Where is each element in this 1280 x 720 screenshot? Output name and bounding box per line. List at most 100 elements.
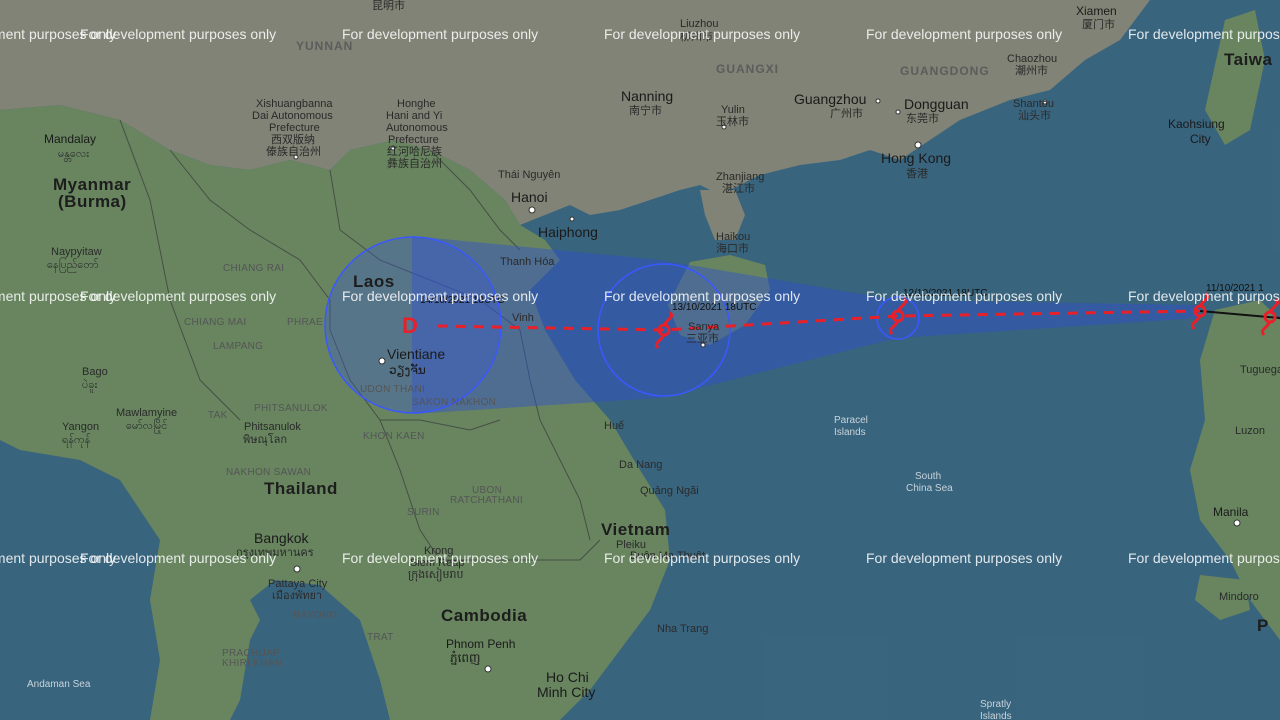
city-honghe-2: Hani and Yi — [386, 110, 442, 122]
city-nhatrang: Nha Trang — [657, 623, 708, 635]
city-mandalay: Mandalay — [44, 132, 96, 146]
watermark: For development purposes only — [604, 26, 800, 42]
province-guangxi: GUANGXI — [716, 62, 779, 76]
city-hongkong: Hong Kong — [881, 150, 951, 166]
city-honghe-4: Prefecture — [388, 134, 439, 146]
region-prachuap-2: KHIRI KHAN — [222, 658, 282, 669]
city-kunming: 昆明市 — [372, 0, 405, 12]
sea-spratly: Spratly — [980, 699, 1011, 710]
sea-paracel: Paracel — [834, 415, 868, 426]
region-phitsanulok: PHITSANULOK — [254, 403, 328, 414]
city-kaohsiung-2: City — [1190, 132, 1211, 146]
country-taiwan: Taiwa — [1224, 50, 1273, 69]
city-pattaya: Pattaya City — [268, 578, 328, 590]
city-mandalay-local: မန္တလေး — [58, 148, 89, 162]
city-sanya: Sanya — [688, 321, 720, 333]
city-manila: Manila — [1213, 505, 1249, 519]
city-hochiminh-2: Minh City — [537, 684, 595, 700]
city-xishuangbanna-3: Prefecture — [269, 122, 320, 134]
city-danang: Da Nang — [619, 459, 662, 471]
country-philippines: P — [1257, 616, 1269, 635]
city-pattaya-local: เมืองพัทยา — [272, 589, 322, 602]
city-kaohsiung: Kaohsiung — [1168, 117, 1225, 131]
city-yulin: Yulin — [721, 104, 745, 116]
city-xiamen-cn: 厦门市 — [1082, 17, 1115, 31]
watermark: For development purposes only — [604, 550, 800, 566]
city-mindoro: Mindoro — [1219, 591, 1259, 603]
city-honghe-3: Autonomous — [386, 122, 448, 134]
city-honghe-1: Honghe — [397, 98, 436, 110]
province-guangdong: GUANGDONG — [900, 64, 990, 78]
country-thailand: Thailand — [264, 479, 338, 498]
watermark: For development purposes only — [866, 288, 1062, 304]
marker-depression-d[interactable]: D — [402, 313, 418, 338]
region-khonkaen: KHON KAEN — [363, 431, 425, 442]
city-chaozhou: Chaozhou — [1007, 53, 1057, 65]
city-tuguegarao: Tuguega — [1240, 364, 1280, 376]
city-haikou-cn: 海口市 — [716, 241, 749, 255]
watermark: For development purposes only — [80, 288, 276, 304]
city-shantou-cn: 汕头市 — [1018, 108, 1051, 122]
city-guangzhou-cn: 广州市 — [830, 106, 863, 120]
watermark: For development purposes only — [80, 26, 276, 42]
city-honghe-5: 红河哈尼族 — [387, 144, 442, 158]
region-chiangrai: CHIANG RAI — [223, 263, 284, 274]
watermark: For development purposes only — [604, 288, 800, 304]
city-phitsanulok: Phitsanulok — [244, 421, 301, 433]
city-xishuangbanna-1: Xishuangbanna — [256, 98, 333, 110]
city-phnompenh-local: ភ្នំពេញ — [450, 650, 480, 665]
region-tak: TAK — [208, 410, 228, 421]
country-cambodia: Cambodia — [441, 606, 527, 625]
country-myanmar-sub: (Burma) — [58, 192, 127, 211]
city-luzon: Luzon — [1235, 425, 1265, 437]
watermark: For development purposes only — [866, 26, 1062, 42]
city-phitsanulok-local: พิษณุโลก — [243, 432, 287, 446]
watermark: For development purposes only — [866, 550, 1062, 566]
region-surin: SURIN — [407, 507, 440, 518]
city-shantou: Shantou — [1013, 98, 1054, 110]
region-rayong: RAYONG — [293, 610, 337, 621]
city-xishuangbanna-2: Dai Autonomous — [252, 110, 333, 122]
city-hongkong-cn: 香港 — [906, 167, 928, 180]
region-udonthani: UDON THANI — [360, 384, 425, 395]
region-sakonnakhon: SAKON NAKHON — [412, 397, 496, 408]
watermark: For development purposes only — [80, 550, 276, 566]
sea-paracel-2: Islands — [834, 427, 866, 438]
city-nanning-cn: 南宁市 — [629, 103, 662, 117]
city-hochiminh: Ho Chi — [546, 669, 589, 685]
city-thanhhoa: Thanh Hóa — [500, 256, 555, 268]
region-trat: TRAT — [367, 632, 394, 643]
region-phrae: PHRAE — [287, 317, 323, 328]
city-phnompenh: Phnom Penh — [446, 637, 515, 651]
city-thainguyen: Thái Nguyên — [498, 169, 560, 181]
region-chiangmai: CHIANG MAI — [184, 317, 246, 328]
city-bangkok: Bangkok — [254, 530, 309, 546]
region-nakhonsawan: NAKHON SAWAN — [226, 467, 311, 478]
city-vinh: Vinh — [512, 312, 534, 324]
sea-southchina-2: China Sea — [906, 483, 953, 494]
country-vietnam: Vietnam — [601, 520, 670, 539]
sea-southchina: South — [915, 471, 941, 482]
city-zhanjiang: Zhanjiang — [716, 171, 764, 183]
watermark: For development purposes only — [342, 26, 538, 42]
city-quangngai: Quảng Ngãi — [640, 485, 699, 497]
city-xishuangbanna-4: 西双版纳 — [271, 132, 315, 146]
city-mawlamyine: Mawlamyine — [116, 407, 177, 419]
city-haiphong: Haiphong — [538, 224, 598, 240]
city-bago-local: ပဲခူး — [82, 378, 97, 393]
city-krong-local: ក្រុងសៀមរាប — [408, 567, 463, 582]
map-canvas[interactable]: D 14/10/2021 18UTC 13/10/2021 18UTC 12/1… — [0, 0, 1280, 720]
city-hue: Huế — [604, 420, 624, 432]
city-vientiane: Vientiane — [387, 346, 445, 362]
city-sanya-cn: 三亚市 — [686, 331, 719, 345]
city-naypyitaw-local: နေပြည်တော် — [47, 257, 99, 273]
city-yangon: Yangon — [62, 421, 99, 433]
city-dongguan: Dongguan — [904, 96, 969, 112]
city-yulin-cn: 玉林市 — [716, 114, 749, 128]
city-naypyitaw: Naypyitaw — [51, 246, 102, 258]
city-honghe-6: 彝族自治州 — [387, 156, 442, 170]
sea-spratly-2: Islands — [980, 711, 1012, 720]
city-zhanjiang-cn: 湛江市 — [722, 181, 755, 195]
watermark: For development purposes only — [342, 550, 538, 566]
region-ubon-2: RATCHATHANI — [450, 495, 523, 506]
